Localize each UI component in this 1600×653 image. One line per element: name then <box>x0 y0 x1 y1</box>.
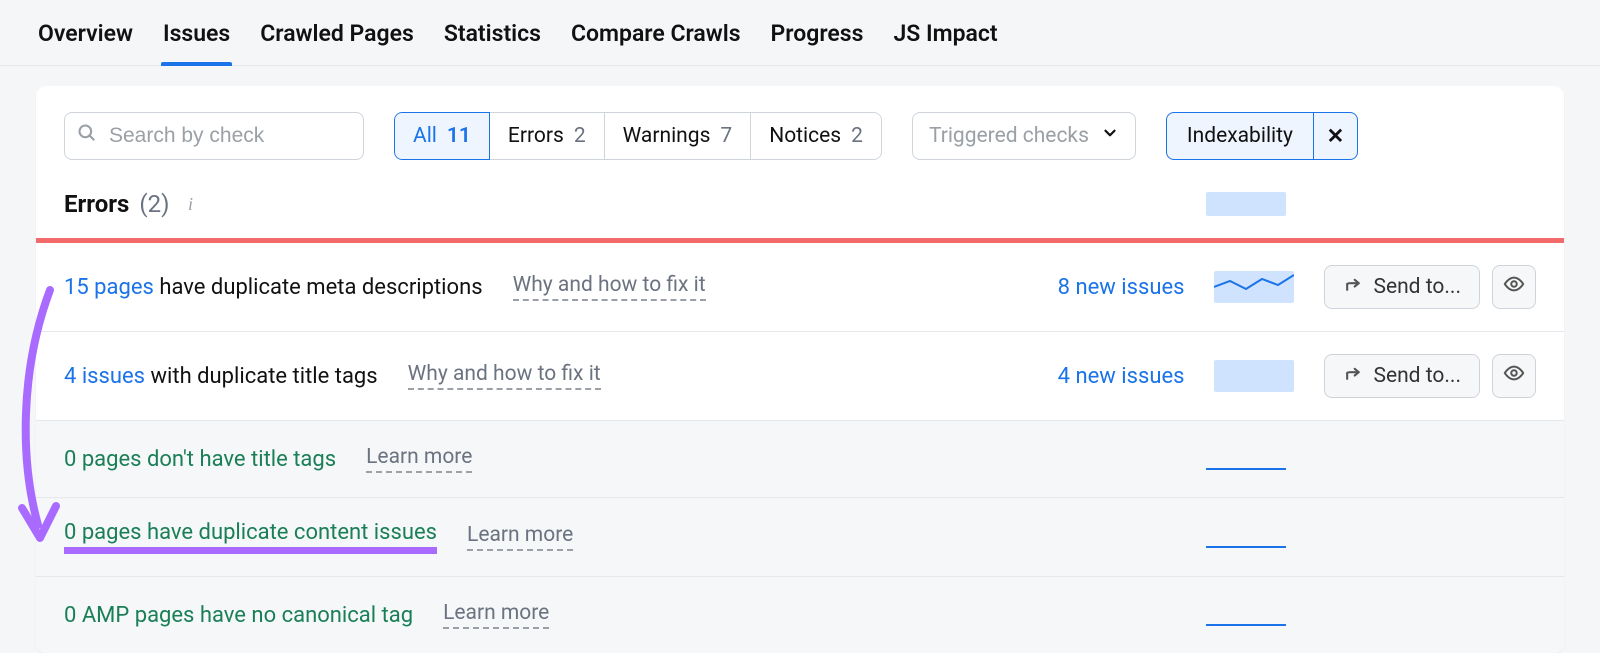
row-sparkline <box>1206 521 1286 553</box>
filter-label: Notices <box>769 124 841 148</box>
new-issues-link[interactable]: 8 new issues <box>1058 275 1185 300</box>
learn-more-link[interactable]: Learn more <box>366 445 472 473</box>
learn-more-link[interactable]: Learn more <box>443 601 549 629</box>
eye-icon <box>1503 362 1525 390</box>
tab-statistics[interactable]: Statistics <box>442 10 543 65</box>
tab-compare-crawls[interactable]: Compare Crawls <box>569 10 743 65</box>
filter-count: 7 <box>720 124 732 148</box>
row-sparkline <box>1206 599 1286 631</box>
filter-all[interactable]: All 11 <box>394 112 490 160</box>
issue-text: 0 pages have duplicate content issues <box>64 520 437 554</box>
row-actions: Send to... <box>1324 354 1536 398</box>
hide-issue-button[interactable] <box>1492 265 1536 309</box>
issue-row-passed: 0 AMP pages have no canonical tag Learn … <box>36 577 1564 653</box>
filter-segment-group: All 11 Errors 2 Warnings 7 Notices 2 <box>394 112 882 160</box>
triggered-checks-dropdown[interactable]: Triggered checks <box>912 112 1136 160</box>
section-count: (2) <box>139 190 169 218</box>
issue-desc: with duplicate title tags <box>145 364 378 389</box>
filter-warnings[interactable]: Warnings 7 <box>605 112 752 160</box>
row-sparkline <box>1206 443 1286 475</box>
section-header-errors: Errors (2) i <box>36 178 1564 238</box>
chevron-down-icon <box>1101 124 1119 148</box>
close-icon: ✕ <box>1327 124 1345 149</box>
filter-errors[interactable]: Errors 2 <box>490 112 605 160</box>
new-issues-link[interactable]: 4 new issues <box>1058 364 1185 389</box>
send-to-label: Send to... <box>1373 364 1461 388</box>
search-input-wrap[interactable] <box>64 112 364 160</box>
issue-row-passed: 0 pages have duplicate content issues Le… <box>36 498 1564 577</box>
filter-count: 2 <box>574 124 586 148</box>
tabbar: Overview Issues Crawled Pages Statistics… <box>0 0 1600 66</box>
dropdown-label: Triggered checks <box>929 124 1089 148</box>
tab-js-impact[interactable]: JS Impact <box>891 10 999 65</box>
why-fix-link[interactable]: Why and how to fix it <box>408 362 601 390</box>
row-actions: Send to... <box>1324 265 1536 309</box>
why-fix-link[interactable]: Why and how to fix it <box>513 273 706 301</box>
learn-more-link[interactable]: Learn more <box>467 523 573 551</box>
row-sparkline <box>1214 271 1294 303</box>
filter-label: Warnings <box>623 124 711 148</box>
issue-desc: have duplicate meta descriptions <box>154 275 483 300</box>
tab-issues[interactable]: Issues <box>161 10 232 65</box>
issue-count-link[interactable]: 15 pages <box>64 275 154 300</box>
tab-overview[interactable]: Overview <box>36 10 135 65</box>
issues-panel: All 11 Errors 2 Warnings 7 Notices 2 Tri… <box>36 86 1564 653</box>
share-icon <box>1343 363 1363 389</box>
tab-crawled-pages[interactable]: Crawled Pages <box>258 10 416 65</box>
chip-remove-button[interactable]: ✕ <box>1313 113 1357 159</box>
filter-count: 2 <box>851 124 863 148</box>
issue-row-passed: 0 pages don't have title tags Learn more <box>36 421 1564 498</box>
issue-count-link[interactable]: 4 issues <box>64 364 145 389</box>
send-to-button[interactable]: Send to... <box>1324 354 1480 398</box>
send-to-button[interactable]: Send to... <box>1324 265 1480 309</box>
filter-chip-indexability: Indexability ✕ <box>1166 112 1358 160</box>
eye-icon <box>1503 273 1525 301</box>
section-title: Errors <box>64 190 129 218</box>
tab-progress[interactable]: Progress <box>769 10 866 65</box>
issue-text: 0 AMP pages have no canonical tag <box>64 603 413 628</box>
filter-notices[interactable]: Notices 2 <box>751 112 882 160</box>
filter-label: Errors <box>508 124 564 148</box>
row-sparkline <box>1214 360 1294 392</box>
issue-text: 4 issues with duplicate title tags <box>64 364 378 389</box>
search-input[interactable] <box>107 123 351 149</box>
share-icon <box>1343 274 1363 300</box>
issue-text: 0 pages don't have title tags <box>64 447 336 472</box>
hide-issue-button[interactable] <box>1492 354 1536 398</box>
issue-row: 15 pages have duplicate meta description… <box>36 243 1564 332</box>
issue-row: 4 issues with duplicate title tags Why a… <box>36 332 1564 421</box>
chip-label[interactable]: Indexability <box>1167 113 1313 159</box>
panel-toolbar: All 11 Errors 2 Warnings 7 Notices 2 Tri… <box>36 86 1564 178</box>
search-icon <box>77 123 97 149</box>
filter-count: 11 <box>447 124 471 148</box>
info-icon[interactable]: i <box>179 193 201 215</box>
filter-label: All <box>413 124 437 148</box>
send-to-label: Send to... <box>1373 275 1461 299</box>
section-sparkline <box>1206 192 1286 216</box>
issue-text: 15 pages have duplicate meta description… <box>64 275 483 300</box>
